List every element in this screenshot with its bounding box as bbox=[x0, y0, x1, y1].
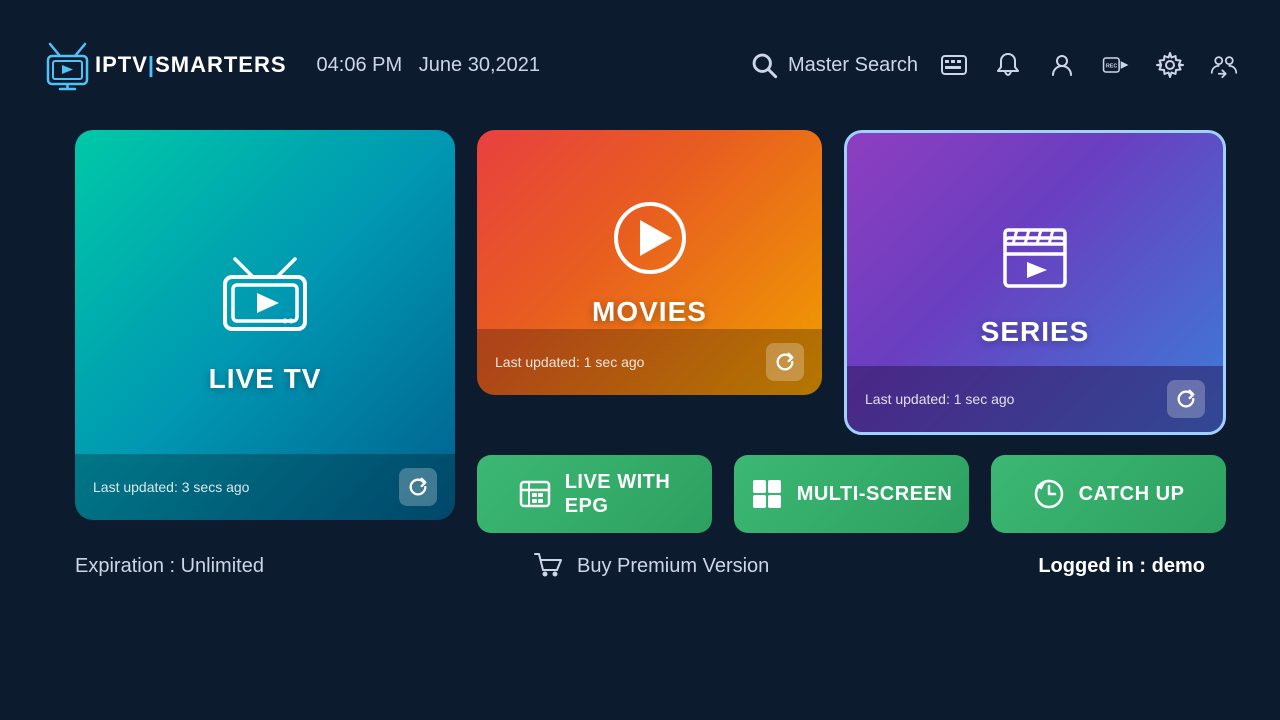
bottom-buttons-row: LIVE WITH EPG MULTI-SCREEN bbox=[477, 455, 1226, 533]
movies-updated: Last updated: 1 sec ago bbox=[495, 354, 644, 370]
profile-icon[interactable] bbox=[1046, 49, 1078, 81]
multi-screen-icon bbox=[751, 478, 783, 510]
datetime: 04:06 PM June 30,2021 bbox=[317, 54, 541, 77]
catch-up-icon bbox=[1033, 478, 1065, 510]
series-footer: Last updated: 1 sec ago bbox=[847, 366, 1223, 432]
series-title: SERIES bbox=[981, 316, 1090, 348]
logo-text: IPTV|SMARTERS bbox=[95, 52, 287, 78]
movies-series-row: MOVIES Last updated: 1 sec ago bbox=[477, 130, 1226, 435]
live-tv-footer: Last updated: 3 secs ago bbox=[75, 454, 455, 520]
settings-icon[interactable] bbox=[1154, 49, 1186, 81]
bell-icon[interactable] bbox=[992, 49, 1024, 81]
catch-up-label: CATCH UP bbox=[1079, 483, 1185, 506]
multi-screen-button[interactable]: MULTI-SCREEN bbox=[734, 455, 969, 533]
live-epg-button[interactable]: LIVE WITH EPG bbox=[477, 455, 712, 533]
live-epg-icon bbox=[519, 478, 551, 510]
live-epg-label-line1: LIVE WITH bbox=[565, 470, 671, 494]
logged-in-text: Logged in : demo bbox=[1038, 555, 1205, 578]
logo: IPTV|SMARTERS bbox=[40, 38, 287, 93]
live-tv-title: LIVE TV bbox=[209, 363, 322, 395]
logo-icon bbox=[40, 38, 95, 93]
footer: Expiration : Unlimited Buy Premium Versi… bbox=[0, 533, 1280, 581]
live-tv-card[interactable]: LIVE TV Last updated: 3 secs ago bbox=[75, 130, 455, 520]
master-search-button[interactable]: Master Search bbox=[750, 51, 918, 79]
series-refresh-button[interactable] bbox=[1167, 380, 1205, 418]
live-epg-label-line2: EPG bbox=[565, 494, 609, 518]
series-card[interactable]: SERIES Last updated: 1 sec ago bbox=[844, 130, 1226, 435]
refresh-icon bbox=[774, 351, 796, 373]
movies-refresh-button[interactable] bbox=[766, 343, 804, 381]
switch-user-icon[interactable] bbox=[1208, 49, 1240, 81]
header: IPTV|SMARTERS 04:06 PM June 30,2021 Mast… bbox=[0, 0, 1280, 130]
refresh-icon bbox=[407, 476, 429, 498]
epg-icon[interactable] bbox=[938, 49, 970, 81]
movies-footer: Last updated: 1 sec ago bbox=[477, 329, 822, 395]
movies-title: MOVIES bbox=[592, 296, 707, 328]
movies-card[interactable]: MOVIES Last updated: 1 sec ago bbox=[477, 130, 822, 395]
search-icon bbox=[750, 51, 778, 79]
expiration-text: Expiration : Unlimited bbox=[75, 555, 264, 578]
refresh-icon bbox=[1175, 388, 1197, 410]
catch-up-button[interactable]: CATCH UP bbox=[991, 455, 1226, 533]
cards-row: LIVE TV Last updated: 3 secs ago bbox=[75, 130, 1205, 533]
cart-icon bbox=[533, 551, 563, 581]
series-icon bbox=[995, 218, 1075, 298]
multi-screen-label: MULTI-SCREEN bbox=[797, 483, 953, 506]
right-column: MOVIES Last updated: 1 sec ago bbox=[477, 130, 1226, 533]
buy-premium-label: Buy Premium Version bbox=[577, 555, 769, 578]
live-tv-updated: Last updated: 3 secs ago bbox=[93, 479, 249, 495]
live-tv-refresh-button[interactable] bbox=[399, 468, 437, 506]
movies-icon bbox=[610, 198, 690, 278]
search-label: Master Search bbox=[788, 54, 918, 77]
header-icons: REC bbox=[938, 49, 1240, 81]
main-content: LIVE TV Last updated: 3 secs ago bbox=[0, 130, 1280, 533]
username: demo bbox=[1152, 555, 1205, 577]
svg-text:REC: REC bbox=[1106, 63, 1118, 69]
buy-premium-button[interactable]: Buy Premium Version bbox=[533, 551, 769, 581]
live-tv-icon bbox=[215, 255, 315, 345]
rec-icon[interactable]: REC bbox=[1100, 49, 1132, 81]
series-updated: Last updated: 1 sec ago bbox=[865, 391, 1014, 407]
